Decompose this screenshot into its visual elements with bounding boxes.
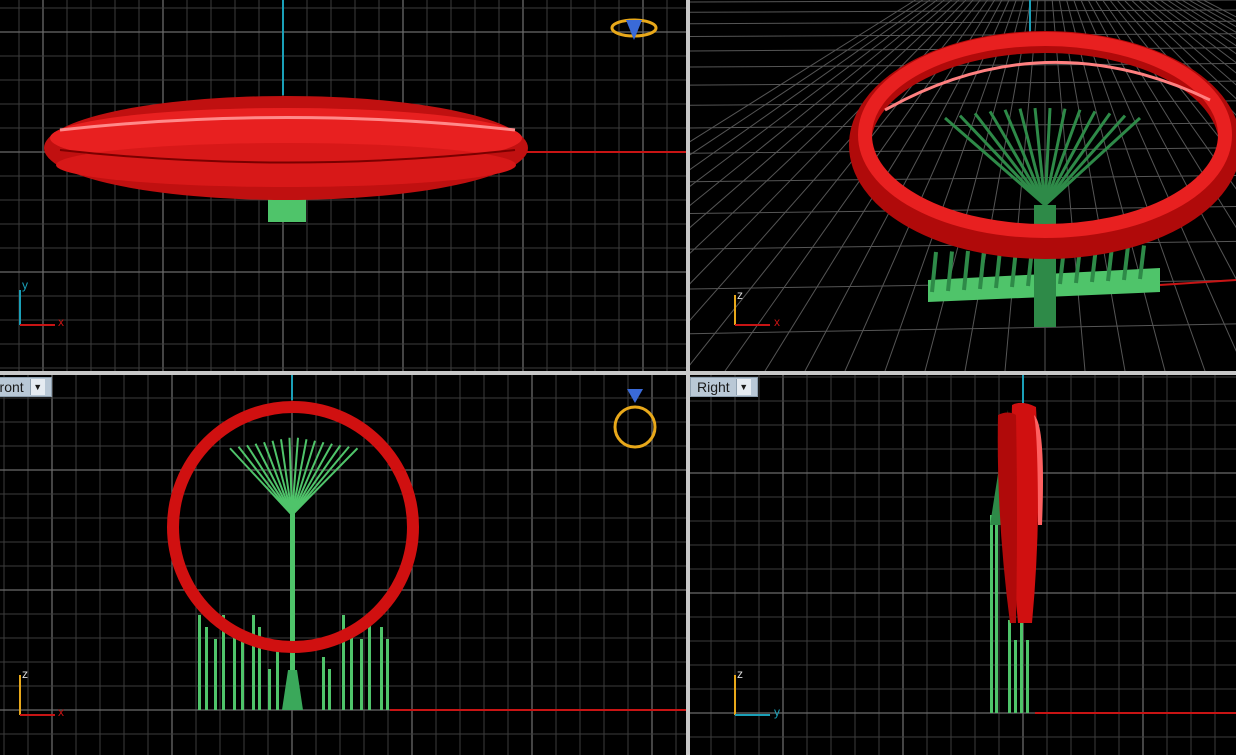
chevron-down-icon[interactable]: ▼ (735, 379, 751, 395)
viewport-label-right[interactable]: Right ▼ (690, 377, 758, 397)
viewport-front[interactable]: Front ▼ z x (0, 375, 686, 755)
support-pin (252, 615, 255, 710)
support-pin (241, 639, 244, 710)
perspective-canvas[interactable] (690, 0, 1236, 371)
viewport-right[interactable]: Right ▼ z y (690, 375, 1236, 755)
support-base (268, 198, 306, 222)
viewport-label-front[interactable]: Front ▼ (0, 377, 52, 397)
support-pin (1026, 640, 1029, 713)
viewport-top[interactable]: y x (0, 0, 686, 371)
grid-line (690, 0, 945, 207)
support-pin (1008, 620, 1011, 713)
support-stem (1034, 205, 1056, 327)
support-fan (944, 107, 1142, 207)
axis-letter-y: y (22, 278, 28, 292)
support-pin (322, 657, 325, 710)
support-pin (368, 615, 371, 710)
viewport-divider-vertical[interactable] (686, 0, 690, 755)
chevron-down-icon[interactable]: ▼ (29, 379, 45, 395)
support-pin (214, 639, 217, 710)
axis-letter-z: z (737, 288, 743, 302)
axis-letter-x: x (58, 705, 64, 719)
support-pin (350, 627, 353, 710)
support-pin (386, 639, 389, 710)
axis-letter-y: y (774, 705, 780, 719)
support-fan (229, 437, 359, 516)
grid-line (690, 122, 1236, 129)
axis-letter-z: z (737, 667, 743, 681)
ring-band-lower (56, 143, 516, 187)
support-pin (995, 515, 998, 713)
support-pin (380, 627, 383, 710)
viewport-label-text: Right (697, 379, 730, 395)
top-canvas[interactable] (0, 0, 686, 371)
fan-strut (944, 116, 1046, 207)
axis-letter-z: z (22, 667, 28, 681)
stem-foot (282, 670, 303, 710)
grid-line (690, 80, 1236, 86)
viewport-divider-horizontal[interactable] (0, 371, 1236, 375)
viewport-perspective[interactable]: z x (690, 0, 1236, 371)
grid-line (690, 0, 959, 254)
front-canvas[interactable] (0, 375, 686, 755)
support-pin (1014, 640, 1017, 713)
right-canvas[interactable] (690, 375, 1236, 755)
support-pin (198, 615, 201, 710)
grid (690, 375, 1236, 755)
viewport-label-text: Front (0, 379, 24, 395)
axis-letter-x: x (774, 315, 780, 329)
support-pin (205, 627, 208, 710)
grid-line (690, 147, 1236, 154)
support-pin (1020, 620, 1023, 713)
ring-band-back (997, 412, 1017, 623)
support-pin (360, 639, 363, 710)
support-pin (328, 669, 331, 710)
axis-letter-x: x (58, 315, 64, 329)
support-pin (233, 627, 236, 710)
support-pin (276, 645, 279, 710)
support-pin (990, 515, 993, 713)
support-pin (268, 669, 271, 710)
